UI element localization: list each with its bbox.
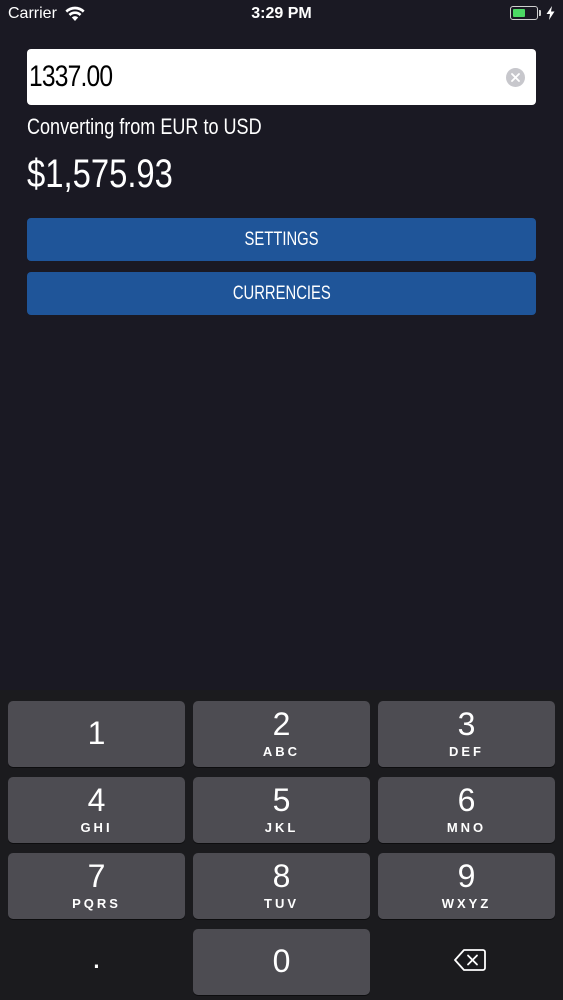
- key-backspace[interactable]: [378, 929, 555, 995]
- key-decimal[interactable]: .: [8, 929, 185, 995]
- key-digit: 2: [272, 706, 291, 742]
- status-bar: Carrier 3:29 PM: [0, 0, 563, 30]
- currencies-button-label: CURRENCIES: [232, 282, 331, 304]
- clear-icon: [511, 73, 520, 82]
- key-6[interactable]: 6 MNO: [378, 777, 555, 843]
- key-letters: MNO: [446, 820, 487, 835]
- currencies-button[interactable]: CURRENCIES: [27, 272, 536, 315]
- settings-button[interactable]: SETTINGS: [27, 218, 536, 261]
- key-5[interactable]: 5 JKL: [193, 777, 370, 843]
- key-digit: 6: [457, 782, 476, 818]
- charging-bolt-icon: [546, 6, 555, 20]
- clear-button[interactable]: [506, 68, 525, 87]
- key-letters: GHI: [80, 820, 113, 835]
- key-digit: 9: [457, 858, 476, 894]
- key-8[interactable]: 8 TUV: [193, 853, 370, 919]
- key-0[interactable]: 0: [193, 929, 370, 995]
- key-1[interactable]: 1: [8, 701, 185, 767]
- battery-icon: [510, 6, 538, 20]
- battery-tip: [539, 10, 541, 16]
- key-letters: WXYZ: [441, 896, 492, 911]
- key-digit: 3: [457, 706, 476, 742]
- settings-button-label: SETTINGS: [244, 228, 319, 250]
- key-digit: 4: [87, 782, 106, 818]
- key-digit: 5: [272, 782, 291, 818]
- numeric-keypad: 1 2 ABC 3 DEF 4 GHI 5 JKL 6 MNO 7 PQRS 8…: [0, 690, 563, 1000]
- amount-field[interactable]: [27, 49, 536, 105]
- backspace-icon: [454, 949, 486, 971]
- key-2[interactable]: 2 ABC: [193, 701, 370, 767]
- key-9[interactable]: 9 WXYZ: [378, 853, 555, 919]
- key-letters: PQRS: [72, 896, 121, 911]
- status-time: 3:29 PM: [251, 5, 312, 22]
- key-letters: JKL: [264, 820, 299, 835]
- key-letters: DEF: [449, 744, 484, 759]
- key-digit: 0: [272, 943, 291, 979]
- key-4[interactable]: 4 GHI: [8, 777, 185, 843]
- key-digit: 8: [272, 858, 291, 894]
- key-3[interactable]: 3 DEF: [378, 701, 555, 767]
- key-digit: .: [92, 939, 101, 975]
- amount-input[interactable]: [29, 49, 407, 105]
- converted-result: $1,575.93: [27, 152, 173, 196]
- status-right: [510, 6, 555, 20]
- key-digit: 1: [87, 715, 106, 751]
- key-7[interactable]: 7 PQRS: [8, 853, 185, 919]
- currency-converter-screen: Carrier 3:29 PM Converting from E: [0, 0, 563, 1000]
- conversion-label: Converting from EUR to USD: [27, 114, 262, 139]
- key-letters: TUV: [264, 896, 299, 911]
- key-digit: 7: [87, 858, 106, 894]
- key-letters: ABC: [262, 744, 301, 759]
- battery-level: [513, 9, 525, 17]
